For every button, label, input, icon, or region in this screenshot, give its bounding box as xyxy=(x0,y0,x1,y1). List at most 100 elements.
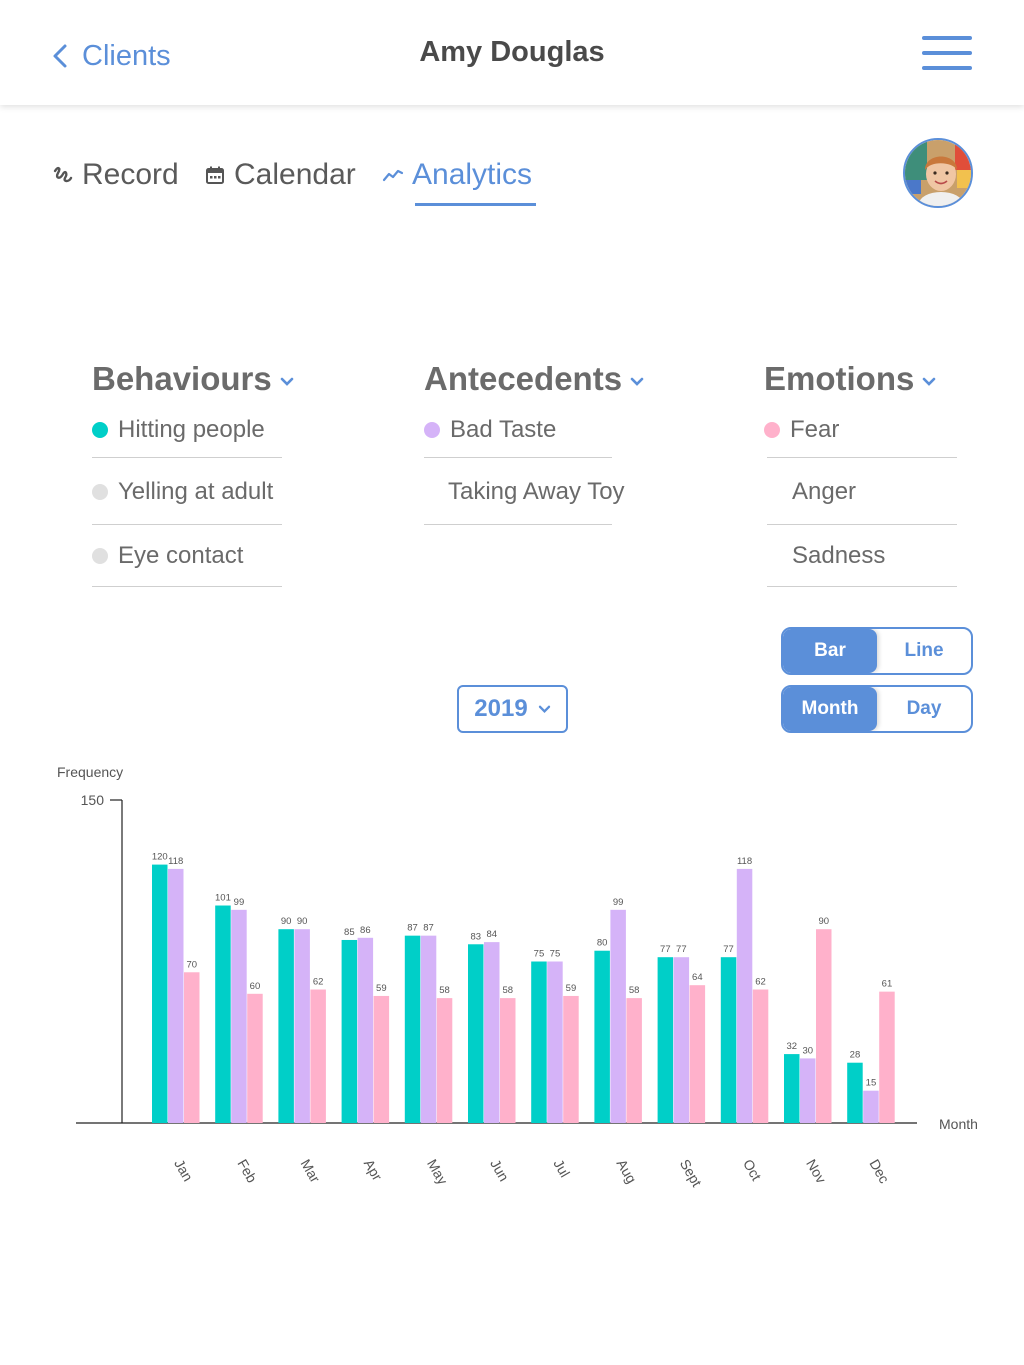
tab-calendar[interactable]: Calendar xyxy=(204,152,356,198)
bar xyxy=(404,935,421,1123)
x-tick-label: Feb xyxy=(234,1156,260,1185)
data-label: 15 xyxy=(866,1078,877,1089)
bar xyxy=(547,961,563,1123)
divider xyxy=(767,457,957,458)
chevron-down-icon xyxy=(923,377,936,386)
data-label: 61 xyxy=(882,979,893,990)
x-tick-label: Oct xyxy=(740,1156,765,1183)
y-tick-label: 150 xyxy=(81,792,105,808)
client-avatar[interactable] xyxy=(903,138,973,208)
scribble-icon xyxy=(53,166,73,183)
bar xyxy=(294,929,310,1123)
bar xyxy=(168,868,184,1123)
year-select[interactable]: 2019 xyxy=(457,685,568,733)
data-label: 77 xyxy=(676,944,687,955)
line-option[interactable]: Line xyxy=(877,629,971,673)
emotion-label: Fear xyxy=(790,416,840,443)
data-label: 70 xyxy=(186,959,197,970)
divider xyxy=(767,586,957,587)
tab-record[interactable]: Record xyxy=(52,152,179,198)
hamburger-menu-icon[interactable] xyxy=(922,36,972,70)
bar xyxy=(420,935,437,1123)
bar-option[interactable]: Bar xyxy=(783,629,877,673)
series-dot-pink xyxy=(764,422,780,438)
emotion-item-anger[interactable]: Anger xyxy=(792,478,856,506)
bar xyxy=(341,939,358,1123)
data-label: 87 xyxy=(423,923,434,934)
data-label: 84 xyxy=(486,929,497,940)
chevron-down-icon xyxy=(280,377,294,386)
antecedent-label: Bad Taste xyxy=(450,416,557,443)
antecedent-item-taking-away-toy[interactable]: Taking Away Toy xyxy=(448,478,625,506)
tab-calendar-label: Calendar xyxy=(234,158,356,191)
antecedent-item-bad-taste[interactable]: Bad Taste xyxy=(424,416,556,444)
data-label: 83 xyxy=(470,931,481,942)
data-label: 87 xyxy=(407,923,418,934)
bar xyxy=(736,868,753,1123)
bar xyxy=(468,944,484,1123)
bar xyxy=(310,989,326,1123)
day-option[interactable]: Day xyxy=(877,687,971,731)
bar xyxy=(847,1062,863,1123)
behaviour-item-yelling-at-adult[interactable]: Yelling at adult xyxy=(92,478,273,506)
behaviours-title: Behaviours xyxy=(92,360,272,397)
data-label: 80 xyxy=(597,938,608,949)
client-name-title: Amy Douglas xyxy=(419,36,605,68)
data-label: 85 xyxy=(344,927,355,938)
bar xyxy=(610,909,626,1123)
bar xyxy=(816,929,832,1123)
x-tick-label: Nov xyxy=(803,1156,829,1186)
data-label: 75 xyxy=(550,949,561,960)
bar xyxy=(752,989,769,1123)
bar xyxy=(152,864,168,1123)
data-label: 118 xyxy=(737,856,752,867)
bar xyxy=(500,998,516,1123)
data-label: 75 xyxy=(534,949,545,960)
emotion-item-fear[interactable]: Fear xyxy=(764,416,839,444)
behaviour-label: Eye contact xyxy=(118,542,244,569)
bar xyxy=(184,972,200,1123)
data-label: 120 xyxy=(152,852,168,863)
behaviour-item-eye-contact[interactable]: Eye contact xyxy=(92,542,243,570)
emotions-dropdown[interactable]: Emotions xyxy=(764,360,936,398)
month-option[interactable]: Month xyxy=(783,687,877,731)
emotions-filter: Emotions Fear Anger Sadness xyxy=(764,360,957,587)
bar xyxy=(231,909,247,1123)
data-label: 99 xyxy=(234,897,245,908)
bar xyxy=(484,942,500,1123)
x-tick-label: Jun xyxy=(487,1156,512,1184)
data-label: 90 xyxy=(818,916,829,927)
behaviours-dropdown[interactable]: Behaviours xyxy=(92,360,294,398)
behaviour-label: Hitting people xyxy=(118,416,265,443)
antecedents-dropdown[interactable]: Antecedents xyxy=(424,360,644,398)
bar xyxy=(863,1090,879,1123)
behaviour-item-hitting-people[interactable]: Hitting people xyxy=(92,416,265,444)
behaviour-label: Yelling at adult xyxy=(118,478,274,505)
divider xyxy=(424,457,612,458)
divider xyxy=(92,457,282,458)
data-label: 62 xyxy=(755,976,766,987)
tab-record-label: Record xyxy=(82,158,179,191)
data-label: 62 xyxy=(313,976,324,987)
data-label: 58 xyxy=(502,985,513,996)
active-tab-indicator xyxy=(415,203,536,206)
trend-line-icon xyxy=(382,169,404,182)
calendar-icon xyxy=(206,166,224,184)
bar xyxy=(563,995,579,1123)
emotion-item-sadness[interactable]: Sadness xyxy=(792,542,885,570)
data-label: 77 xyxy=(723,944,734,955)
data-label: 58 xyxy=(629,985,640,996)
year-value: 2019 xyxy=(474,695,528,722)
x-axis-title: Month xyxy=(939,1116,978,1132)
bar xyxy=(215,905,231,1123)
top-bar: Clients Amy Douglas xyxy=(0,0,1024,105)
series-dot-inactive xyxy=(92,484,108,500)
tab-analytics[interactable]: Analytics xyxy=(382,152,532,198)
antecedents-filter: Antecedents Bad Taste Taking Away Toy xyxy=(424,360,644,525)
series-dot-inactive xyxy=(92,548,108,564)
bar xyxy=(373,995,390,1123)
emotion-label: Anger xyxy=(792,478,857,505)
bar xyxy=(657,957,674,1123)
data-label: 64 xyxy=(692,972,703,983)
chevron-down-icon xyxy=(538,705,550,713)
